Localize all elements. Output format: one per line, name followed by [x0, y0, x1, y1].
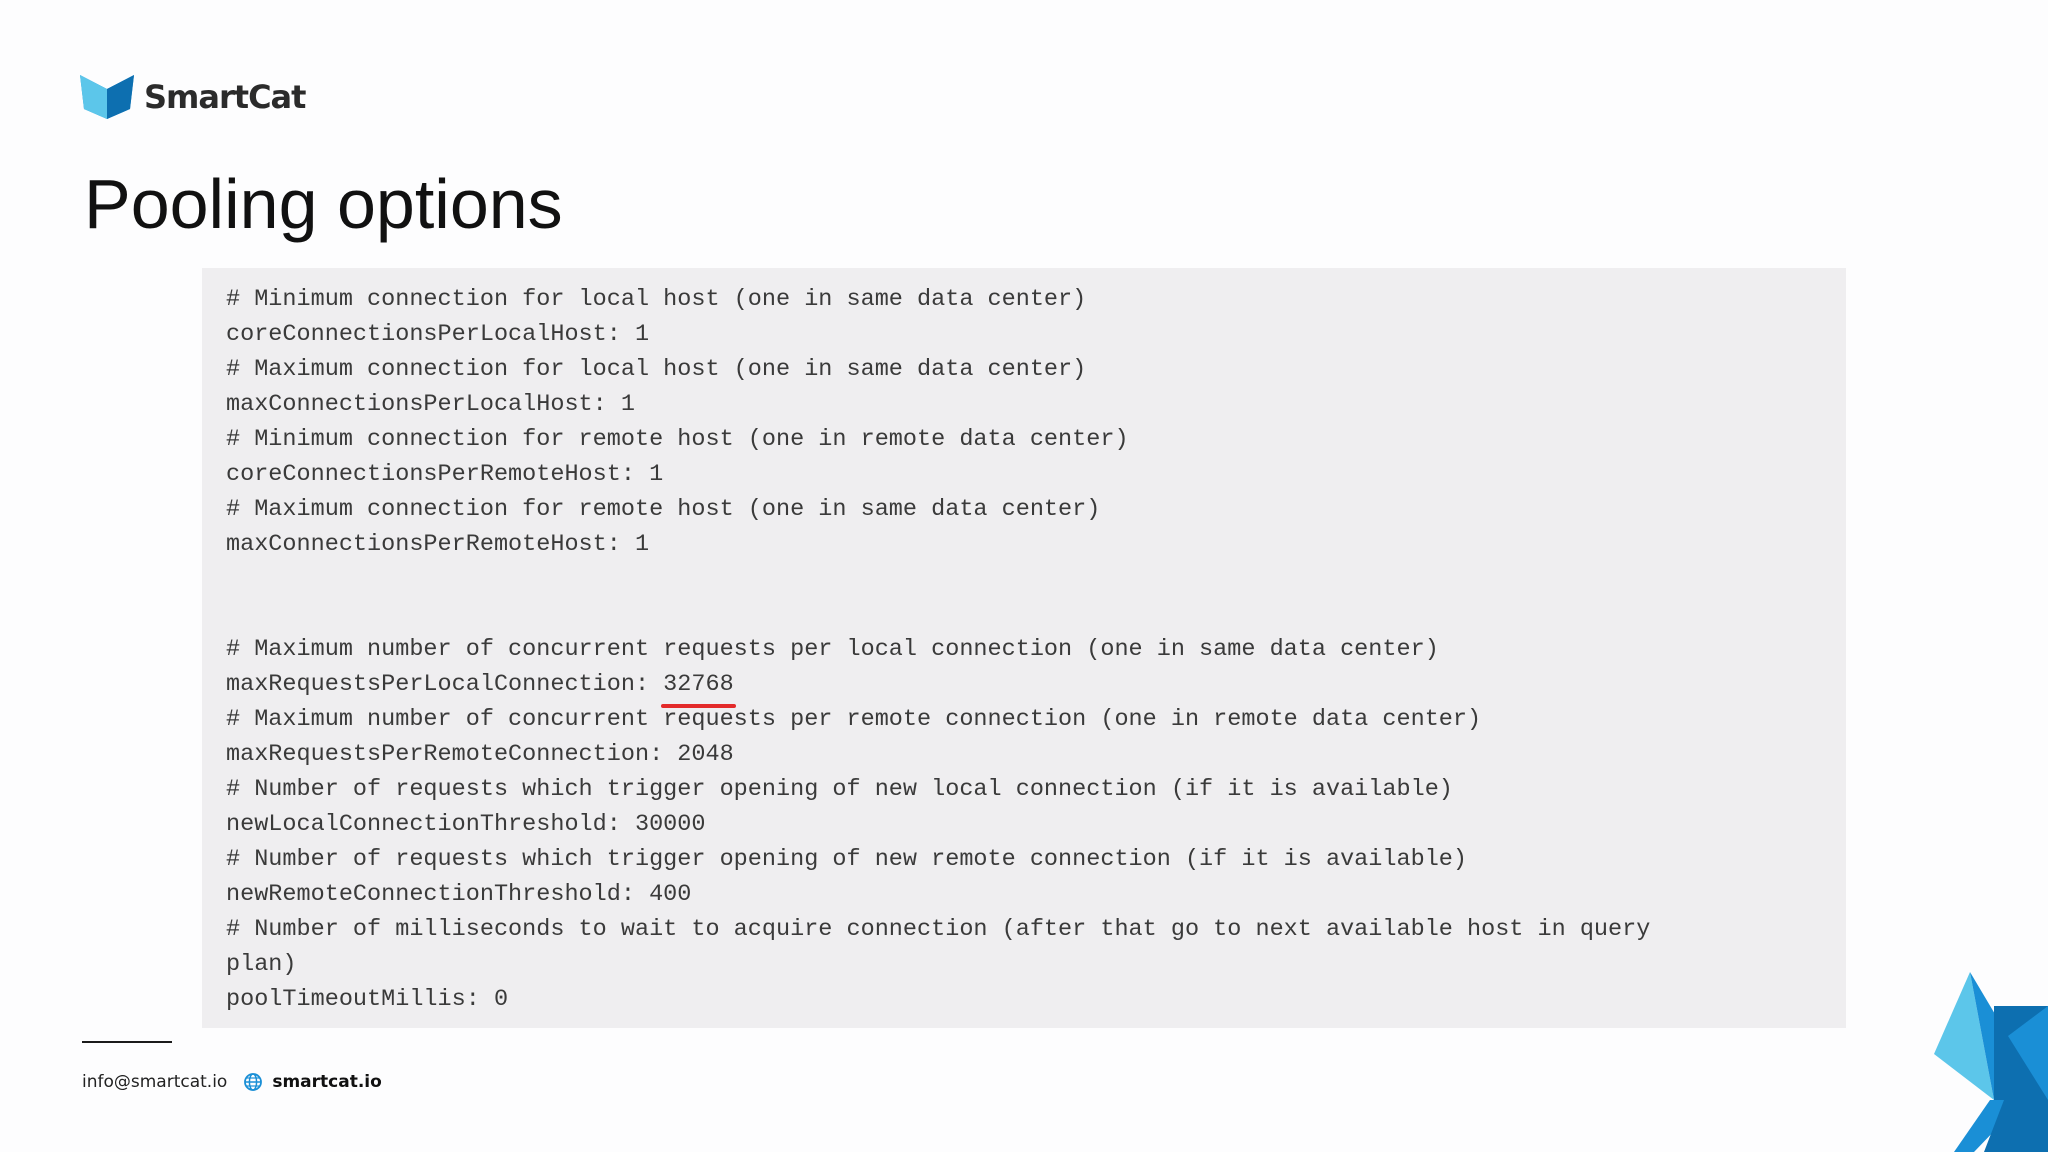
code-line: # Maximum connection for remote host (on…	[226, 496, 1101, 523]
triangles-decoration	[1934, 972, 2048, 1152]
highlighted-value-text: 32768	[663, 671, 734, 698]
code-block: # Minimum connection for local host (one…	[202, 268, 1846, 1028]
code-line: newLocalConnectionThreshold: 30000	[226, 811, 706, 838]
page-title: Pooling options	[84, 165, 563, 243]
highlighted-value: 32768	[661, 667, 736, 708]
slide: SmartCat Pooling options # Minimum conne…	[0, 0, 2048, 1152]
footer-email-link[interactable]: info@smartcat.io	[82, 1072, 227, 1092]
footer-website-link[interactable]: smartcat.io	[272, 1072, 381, 1092]
code-line: # Maximum number of concurrent requests …	[226, 636, 1439, 663]
code-line: coreConnectionsPerRemoteHost: 1	[226, 461, 664, 488]
red-underline-mark	[661, 704, 736, 708]
code-line: # Number of milliseconds to wait to acqu…	[226, 916, 1651, 943]
code-line: # Number of requests which trigger openi…	[226, 846, 1468, 873]
code-line-highlighted: maxRequestsPerLocalConnection: 32768	[226, 667, 1846, 708]
code-line: newRemoteConnectionThreshold: 400	[226, 881, 692, 908]
code-line: # Minimum connection for local host (one…	[226, 286, 1087, 313]
code-line: # Maximum number of concurrent requests …	[226, 706, 1482, 733]
globe-icon	[244, 1073, 263, 1091]
code-line: poolTimeoutMillis: 0	[226, 986, 509, 1013]
cat-head-icon	[80, 75, 134, 119]
code-line: maxConnectionsPerLocalHost: 1	[226, 391, 635, 418]
code-line: maxRequestsPerRemoteConnection: 2048	[226, 741, 734, 768]
code-key: maxRequestsPerLocalConnection:	[226, 671, 664, 698]
code-line: # Number of requests which trigger openi…	[226, 776, 1453, 803]
code-line: # Maximum connection for local host (one…	[226, 356, 1087, 383]
code-line: maxConnectionsPerRemoteHost: 1	[226, 531, 650, 558]
footer: info@smartcat.io smartcat.io	[82, 1072, 382, 1092]
brand-name: SmartCat	[144, 78, 306, 116]
brand-logo: SmartCat	[80, 74, 306, 120]
code-line: coreConnectionsPerLocalHost: 1	[226, 321, 650, 348]
code-line: # Minimum connection for remote host (on…	[226, 426, 1129, 453]
code-line: plan)	[226, 951, 297, 978]
footer-divider	[82, 1041, 172, 1043]
